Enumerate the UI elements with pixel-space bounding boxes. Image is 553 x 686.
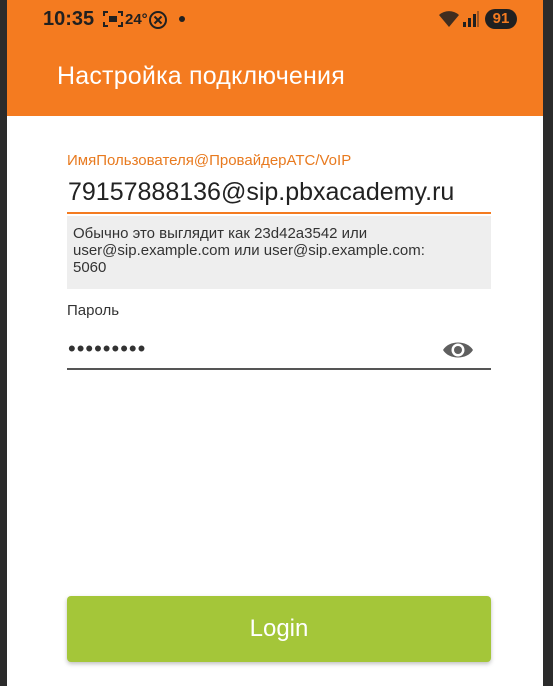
hint-line: Обычно это выглядит как 23d42a3542 или bbox=[73, 225, 368, 242]
password-label: Пароль bbox=[67, 302, 120, 319]
screenshot-icon bbox=[103, 11, 123, 32]
status-bar: 10:35 24° 91 bbox=[7, 0, 543, 38]
app-bar: 10:35 24° 91 Настройка подключения bbox=[7, 0, 543, 116]
phone-screen: 10:35 24° 91 Настройка подключения ИмяПо… bbox=[7, 0, 543, 686]
status-time: 10:35 bbox=[43, 8, 95, 30]
status-temperature: 24° bbox=[125, 11, 148, 28]
password-input[interactable] bbox=[67, 330, 491, 370]
x-circle-icon bbox=[148, 10, 168, 35]
username-hint: Обычно это выглядит как 23d42a3542 или u… bbox=[67, 216, 491, 289]
battery-icon: 91 bbox=[485, 9, 517, 29]
dot-icon bbox=[179, 16, 185, 22]
page-title: Настройка подключения bbox=[57, 62, 345, 90]
username-input[interactable] bbox=[67, 172, 491, 214]
wifi-icon bbox=[438, 10, 460, 33]
hint-line: user@sip.example.com или user@sip.exampl… bbox=[73, 242, 425, 259]
signal-icon bbox=[462, 11, 480, 32]
eye-icon[interactable] bbox=[441, 337, 475, 363]
hint-line: 5060 bbox=[73, 259, 107, 276]
username-label: ИмяПользователя@ПровайдерАТС/VoIP bbox=[67, 152, 352, 169]
login-button[interactable]: Login bbox=[67, 596, 491, 662]
